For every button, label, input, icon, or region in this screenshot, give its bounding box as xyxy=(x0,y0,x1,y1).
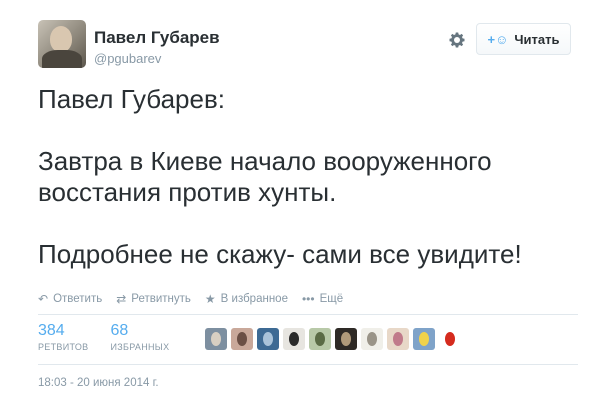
add-user-icon: +☺ xyxy=(487,31,509,47)
retweet-label: Ретвитнуть xyxy=(131,293,191,305)
star-icon: ★ xyxy=(204,292,216,306)
avatar-figure xyxy=(315,332,325,346)
tweet-paragraph: Павел Губарев: xyxy=(38,84,226,114)
more-dots-icon: ••• xyxy=(301,292,315,306)
avatar-figure xyxy=(393,332,403,346)
avatar-figure xyxy=(237,332,247,346)
avatar-figure xyxy=(289,332,299,346)
tweet-stats: 384 РЕТВИТОВ 68 ИЗБРАННЫХ xyxy=(38,322,191,358)
favoriter-avatar[interactable] xyxy=(413,328,435,350)
divider xyxy=(38,314,578,315)
retweets-stat[interactable]: 384 РЕТВИТОВ xyxy=(38,322,88,358)
favorites-stat[interactable]: 68 ИЗБРАННЫХ xyxy=(110,322,169,358)
follow-button-label: Читать xyxy=(514,31,560,47)
favoriter-avatar[interactable] xyxy=(231,328,253,350)
author-name[interactable]: Павел Губарев xyxy=(94,28,220,48)
favoriter-avatar[interactable] xyxy=(283,328,305,350)
avatar-figure xyxy=(419,332,429,346)
favorites-count: 68 xyxy=(110,322,129,339)
reply-button[interactable]: ↶ Ответить xyxy=(38,292,102,306)
avatar-figure xyxy=(445,332,455,346)
favoriter-avatar[interactable] xyxy=(387,328,409,350)
follow-button[interactable]: +☺ Читать xyxy=(476,23,571,55)
favoriter-avatar[interactable] xyxy=(257,328,279,350)
author-handle[interactable]: @pgubarev xyxy=(94,51,161,66)
tweet-actions: ↶ Ответить ⇄ Ретвитнуть ★ В избранное ••… xyxy=(38,291,357,307)
favoriter-avatar[interactable] xyxy=(439,328,461,350)
retweets-count: 384 xyxy=(38,322,65,339)
tweet-paragraph: Подробнее не скажу- сами все увидите! xyxy=(38,239,522,269)
favoriter-avatar[interactable] xyxy=(309,328,331,350)
gear-icon[interactable] xyxy=(448,31,466,49)
favoriter-avatar[interactable] xyxy=(361,328,383,350)
avatar-figure xyxy=(367,332,377,346)
tweet-header: Павел Губарев @pgubarev +☺ Читать xyxy=(38,20,578,72)
avatar-body xyxy=(42,50,82,68)
more-button[interactable]: ••• Ещё xyxy=(302,292,343,306)
favoriter-avatars xyxy=(205,328,465,350)
more-label: Ещё xyxy=(319,293,344,305)
reply-icon: ↶ xyxy=(38,292,49,306)
retweet-icon: ⇄ xyxy=(116,292,127,306)
tweet-text: Павел Губарев: Завтра в Киеве начало воо… xyxy=(38,84,578,270)
favoriter-avatar[interactable] xyxy=(205,328,227,350)
favorites-label: ИЗБРАННЫХ xyxy=(110,342,170,352)
tweet-paragraph: Завтра в Киеве начало вооруженного восст… xyxy=(38,146,492,207)
favoriter-avatar[interactable] xyxy=(335,328,357,350)
avatar-figure xyxy=(263,332,273,346)
tweet-timestamp[interactable]: 18:03 - 20 июня 2014 г. xyxy=(38,377,159,389)
author-avatar[interactable] xyxy=(38,20,86,68)
retweet-button[interactable]: ⇄ Ретвитнуть xyxy=(116,292,191,306)
avatar-face xyxy=(50,26,72,52)
retweets-label: РЕТВИТОВ xyxy=(38,342,89,352)
favorite-button[interactable]: ★ В избранное xyxy=(205,292,288,306)
favorite-label: В избранное xyxy=(220,293,288,305)
avatar-figure xyxy=(211,332,221,346)
avatar-figure xyxy=(341,332,351,346)
reply-label: Ответить xyxy=(53,293,103,305)
divider xyxy=(38,364,578,365)
